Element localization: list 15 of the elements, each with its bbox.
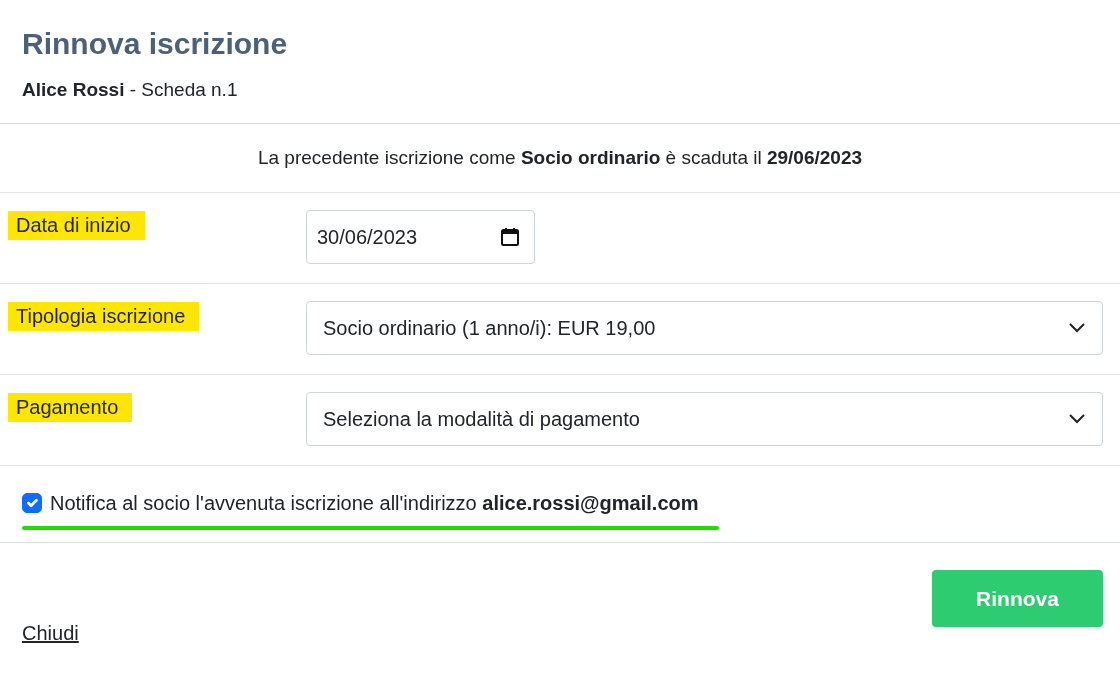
expiry-notice: La precedente iscrizione come Socio ordinario è scaduta il 29/06/2023	[257, 146, 863, 168]
chevron-down-icon	[1068, 413, 1086, 425]
date-field[interactable]: 30/06/2023	[306, 210, 535, 264]
chevron-down-icon	[1068, 322, 1086, 334]
dropdown-select[interactable]: Socio ordinario (1 anno/i): EUR 19,00	[306, 301, 1103, 355]
notify-label: Notifica al socio l'avvenuta iscrizione all'indirizzo alice.rossi@gmail.com	[50, 491, 699, 516]
dialog-title: Rinnova iscrizione	[22, 26, 289, 62]
highlighted-label: Pagamento	[8, 393, 133, 422]
highlighted-label: Tipologia iscrizione	[8, 302, 200, 331]
highlighted-label: Data di inizio	[8, 211, 145, 240]
member-subtitle: Alice Rossi - Scheda n.1	[22, 78, 239, 102]
calendar-icon	[500, 227, 520, 247]
close-link[interactable]: Chiudi	[22, 618, 79, 648]
dropdown-select[interactable]: Seleziona la modalità di pagamento	[306, 392, 1103, 446]
notify-checkbox[interactable]	[22, 493, 42, 513]
